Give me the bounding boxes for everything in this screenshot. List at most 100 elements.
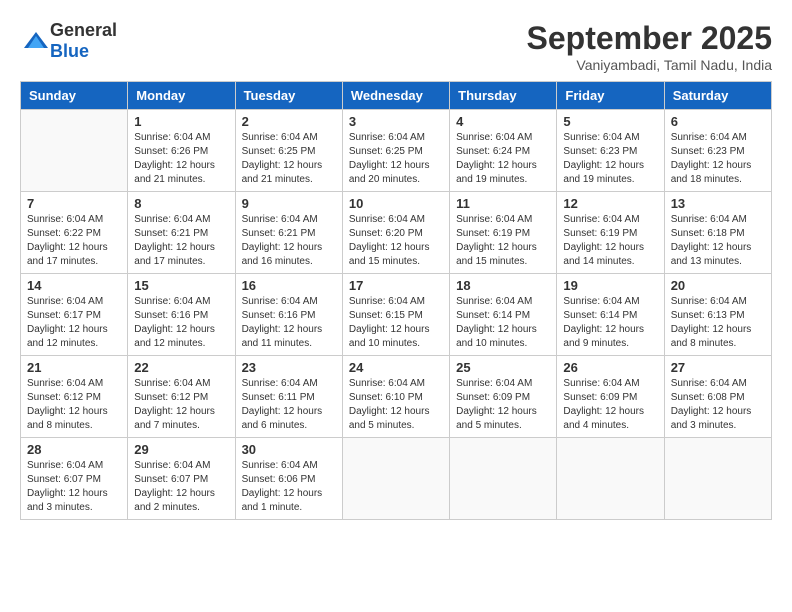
day-info: Sunrise: 6:04 AM Sunset: 6:16 PM Dayligh…	[242, 295, 336, 351]
day-info: Sunrise: 6:04 AM Sunset: 6:21 PM Dayligh…	[242, 213, 336, 269]
logo-icon	[22, 30, 50, 52]
day-number: 23	[242, 360, 336, 375]
day-info: Sunrise: 6:04 AM Sunset: 6:16 PM Dayligh…	[134, 295, 228, 351]
day-number: 13	[671, 196, 765, 211]
day-number: 24	[349, 360, 443, 375]
day-info: Sunrise: 6:04 AM Sunset: 6:20 PM Dayligh…	[349, 213, 443, 269]
day-number: 9	[242, 196, 336, 211]
day-of-week-header: Saturday	[664, 82, 771, 110]
day-of-week-header: Sunday	[21, 82, 128, 110]
day-number: 11	[456, 196, 550, 211]
calendar-cell: 2Sunrise: 6:04 AM Sunset: 6:25 PM Daylig…	[235, 110, 342, 192]
calendar-cell: 19 Sunrise: 6:04 AM Sunset: 6:14 PM Dayli…	[557, 274, 664, 356]
location-subtitle: Vaniyambadi, Tamil Nadu, India	[527, 57, 772, 73]
day-number: 2	[242, 114, 336, 129]
day-number: 27	[671, 360, 765, 375]
calendar-cell: 3Sunrise: 6:04 AM Sunset: 6:25 PM Daylig…	[342, 110, 449, 192]
calendar-cell: 25 Sunrise: 6:04 AM Sunset: 6:09 PM Dayli…	[450, 356, 557, 438]
calendar-cell	[21, 110, 128, 192]
calendar-cell: 27 Sunrise: 6:04 AM Sunset: 6:08 PM Dayli…	[664, 356, 771, 438]
calendar-cell: 30Sunrise: 6:04 AM Sunset: 6:06 PM Dayli…	[235, 438, 342, 520]
calendar-cell: 9 Sunrise: 6:04 AM Sunset: 6:21 PM Daylig…	[235, 192, 342, 274]
day-number: 28	[27, 442, 121, 457]
day-info: Sunrise: 6:04 AM Sunset: 6:23 PM Dayligh…	[563, 131, 657, 187]
day-number: 10	[349, 196, 443, 211]
calendar-cell: 5 Sunrise: 6:04 AM Sunset: 6:23 PM Daylig…	[557, 110, 664, 192]
day-info: Sunrise: 6:04 AM Sunset: 6:14 PM Dayligh…	[563, 295, 657, 351]
day-of-week-header: Wednesday	[342, 82, 449, 110]
calendar-header-row: SundayMondayTuesdayWednesdayThursdayFrid…	[21, 82, 772, 110]
day-info: Sunrise: 6:04 AM Sunset: 6:10 PM Dayligh…	[349, 377, 443, 433]
calendar-cell: 23 Sunrise: 6:04 AM Sunset: 6:11 PM Dayli…	[235, 356, 342, 438]
calendar-cell: 26 Sunrise: 6:04 AM Sunset: 6:09 PM Dayli…	[557, 356, 664, 438]
calendar-cell: 29 Sunrise: 6:04 AM Sunset: 6:07 PM Dayli…	[128, 438, 235, 520]
calendar-cell: 7Sunrise: 6:04 AM Sunset: 6:22 PM Daylig…	[21, 192, 128, 274]
day-number: 12	[563, 196, 657, 211]
calendar-cell	[664, 438, 771, 520]
calendar-week-row: 14Sunrise: 6:04 AM Sunset: 6:17 PM Dayli…	[21, 274, 772, 356]
day-info: Sunrise: 6:04 AM Sunset: 6:07 PM Dayligh…	[134, 459, 228, 515]
day-number: 19	[563, 278, 657, 293]
day-info: Sunrise: 6:04 AM Sunset: 6:12 PM Dayligh…	[27, 377, 121, 433]
day-of-week-header: Thursday	[450, 82, 557, 110]
day-number: 5	[563, 114, 657, 129]
calendar-cell: 17Sunrise: 6:04 AM Sunset: 6:15 PM Dayli…	[342, 274, 449, 356]
day-info: Sunrise: 6:04 AM Sunset: 6:23 PM Dayligh…	[671, 131, 765, 187]
day-info: Sunrise: 6:04 AM Sunset: 6:08 PM Dayligh…	[671, 377, 765, 433]
calendar-cell: 22 Sunrise: 6:04 AM Sunset: 6:12 PM Dayli…	[128, 356, 235, 438]
calendar-cell: 15Sunrise: 6:04 AM Sunset: 6:16 PM Dayli…	[128, 274, 235, 356]
calendar-cell: 14Sunrise: 6:04 AM Sunset: 6:17 PM Dayli…	[21, 274, 128, 356]
day-of-week-header: Tuesday	[235, 82, 342, 110]
calendar-cell	[557, 438, 664, 520]
day-number: 14	[27, 278, 121, 293]
day-info: Sunrise: 6:04 AM Sunset: 6:12 PM Dayligh…	[134, 377, 228, 433]
day-info: Sunrise: 6:04 AM Sunset: 6:07 PM Dayligh…	[27, 459, 121, 515]
day-info: Sunrise: 6:04 AM Sunset: 6:13 PM Dayligh…	[671, 295, 765, 351]
day-info: Sunrise: 6:04 AM Sunset: 6:09 PM Dayligh…	[456, 377, 550, 433]
day-number: 22	[134, 360, 228, 375]
calendar-cell: 1Sunrise: 6:04 AM Sunset: 6:26 PM Daylig…	[128, 110, 235, 192]
calendar-cell: 16 Sunrise: 6:04 AM Sunset: 6:16 PM Dayli…	[235, 274, 342, 356]
logo: General Blue	[20, 20, 117, 62]
day-info: Sunrise: 6:04 AM Sunset: 6:15 PM Dayligh…	[349, 295, 443, 351]
calendar-cell: 21 Sunrise: 6:04 AM Sunset: 6:12 PM Dayli…	[21, 356, 128, 438]
day-number: 25	[456, 360, 550, 375]
logo-blue: Blue	[50, 41, 89, 61]
calendar-cell: 18 Sunrise: 6:04 AM Sunset: 6:14 PM Dayli…	[450, 274, 557, 356]
day-number: 26	[563, 360, 657, 375]
calendar-cell: 28 Sunrise: 6:04 AM Sunset: 6:07 PM Dayli…	[21, 438, 128, 520]
calendar-cell: 13 Sunrise: 6:04 AM Sunset: 6:18 PM Dayli…	[664, 192, 771, 274]
logo-general: General	[50, 20, 117, 40]
day-info: Sunrise: 6:04 AM Sunset: 6:19 PM Dayligh…	[456, 213, 550, 269]
calendar-week-row: 21 Sunrise: 6:04 AM Sunset: 6:12 PM Dayli…	[21, 356, 772, 438]
day-number: 6	[671, 114, 765, 129]
day-number: 21	[27, 360, 121, 375]
day-info: Sunrise: 6:04 AM Sunset: 6:19 PM Dayligh…	[563, 213, 657, 269]
day-info: Sunrise: 6:04 AM Sunset: 6:26 PM Dayligh…	[134, 131, 228, 187]
day-info: Sunrise: 6:04 AM Sunset: 6:25 PM Dayligh…	[349, 131, 443, 187]
day-number: 8	[134, 196, 228, 211]
day-number: 29	[134, 442, 228, 457]
calendar-week-row: 28 Sunrise: 6:04 AM Sunset: 6:07 PM Dayli…	[21, 438, 772, 520]
day-number: 18	[456, 278, 550, 293]
day-info: Sunrise: 6:04 AM Sunset: 6:14 PM Dayligh…	[456, 295, 550, 351]
day-info: Sunrise: 6:04 AM Sunset: 6:22 PM Dayligh…	[27, 213, 121, 269]
day-info: Sunrise: 6:04 AM Sunset: 6:06 PM Dayligh…	[242, 459, 336, 515]
calendar-week-row: 7Sunrise: 6:04 AM Sunset: 6:22 PM Daylig…	[21, 192, 772, 274]
calendar-cell: 6 Sunrise: 6:04 AM Sunset: 6:23 PM Daylig…	[664, 110, 771, 192]
title-area: September 2025 Vaniyambadi, Tamil Nadu, …	[527, 20, 772, 73]
calendar-cell: 4Sunrise: 6:04 AM Sunset: 6:24 PM Daylig…	[450, 110, 557, 192]
day-of-week-header: Friday	[557, 82, 664, 110]
day-info: Sunrise: 6:04 AM Sunset: 6:11 PM Dayligh…	[242, 377, 336, 433]
day-info: Sunrise: 6:04 AM Sunset: 6:18 PM Dayligh…	[671, 213, 765, 269]
day-info: Sunrise: 6:04 AM Sunset: 6:21 PM Dayligh…	[134, 213, 228, 269]
calendar-cell	[342, 438, 449, 520]
calendar-cell: 20Sunrise: 6:04 AM Sunset: 6:13 PM Dayli…	[664, 274, 771, 356]
day-number: 16	[242, 278, 336, 293]
calendar-cell	[450, 438, 557, 520]
day-info: Sunrise: 6:04 AM Sunset: 6:09 PM Dayligh…	[563, 377, 657, 433]
calendar-cell: 8 Sunrise: 6:04 AM Sunset: 6:21 PM Daylig…	[128, 192, 235, 274]
day-number: 4	[456, 114, 550, 129]
calendar-week-row: 1Sunrise: 6:04 AM Sunset: 6:26 PM Daylig…	[21, 110, 772, 192]
calendar-cell: 24 Sunrise: 6:04 AM Sunset: 6:10 PM Dayli…	[342, 356, 449, 438]
